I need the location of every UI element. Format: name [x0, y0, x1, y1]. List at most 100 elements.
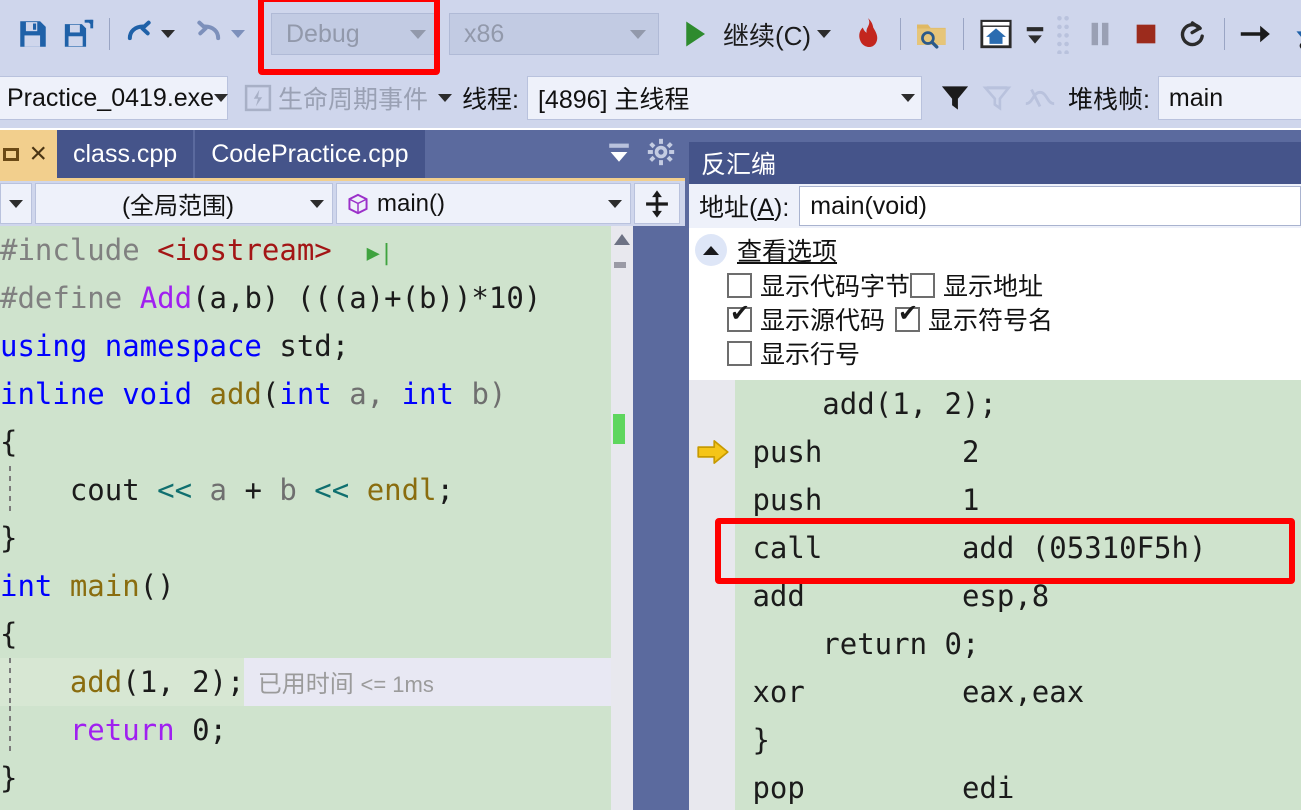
address-input[interactable]: main(void) — [799, 186, 1301, 226]
code-line[interactable]: using namespace std; — [0, 322, 633, 370]
disassembly-instruction-line[interactable]: xor eax,eax — [735, 668, 1301, 716]
close-icon[interactable]: × — [29, 139, 47, 169]
process-value: Practice_0419.exe — [7, 83, 215, 112]
view-options-header[interactable]: 查看选项 — [695, 232, 1301, 268]
chevron-down-icon-2[interactable] — [630, 29, 646, 39]
show-code-bytes-label[interactable]: 显示代码字节 — [760, 267, 910, 303]
toolbar-separator-2 — [259, 18, 260, 50]
chevron-up-icon[interactable] — [695, 234, 727, 266]
source-code-area[interactable]: #include <iostream> ▶| #define Add(a,b) (… — [0, 226, 685, 810]
indent-guide — [9, 706, 11, 754]
solution-platform[interactable]: x86 — [449, 13, 659, 55]
continue-button-label[interactable]: 继续(C) — [723, 16, 811, 53]
solution-configuration[interactable]: Debug — [271, 13, 439, 55]
home-window-icon[interactable] — [971, 9, 1021, 59]
dropdown-small-icon[interactable] — [1021, 9, 1049, 59]
parallel-stacks-icon[interactable] — [1018, 73, 1062, 123]
show-symbol-names-checkbox[interactable] — [895, 302, 921, 332]
chevron-down-icon-nav0[interactable] — [9, 199, 23, 208]
disassembly-instruction-line[interactable]: call add (05310F5h) — [735, 524, 1301, 572]
redo-dropdown-icon[interactable] — [231, 30, 245, 38]
chevron-down-icon[interactable] — [410, 29, 426, 39]
disassembly-body[interactable]: add(1, 2); push 2 push 1 call add (05310… — [689, 380, 1301, 810]
disassembly-instruction-line[interactable]: push 1 — [735, 476, 1301, 524]
code-line-text: } — [0, 761, 18, 795]
scroll-thumb[interactable] — [614, 262, 626, 268]
code-line[interactable]: } — [0, 754, 633, 802]
show-line-numbers-checkbox[interactable] — [727, 340, 752, 366]
scroll-up-arrow-icon[interactable] — [614, 234, 630, 245]
show-address-label[interactable]: 显示地址 — [943, 267, 1043, 303]
code-line[interactable]: cout << a + b << endl; — [0, 466, 633, 514]
stop-icon[interactable] — [1123, 9, 1169, 59]
save-icon[interactable] — [10, 9, 56, 59]
show-line-numbers-label[interactable]: 显示行号 — [760, 335, 860, 371]
hot-reload-icon[interactable] — [843, 9, 893, 59]
debug-location-toolbar: Practice_0419.exe 生命周期事件 线程: [4896] 主线程 — [0, 68, 1301, 128]
folder-search-icon[interactable] — [908, 9, 956, 59]
disassembly-lines: add(1, 2); push 2 push 1 call add (05310… — [735, 380, 1301, 810]
disassembly-title: 反汇编 — [689, 142, 1301, 184]
code-line[interactable]: #define Add(a,b) (((a)+(b))*10) — [0, 274, 633, 322]
undo-icon[interactable] — [117, 9, 161, 59]
code-line[interactable]: #include <iostream> ▶| — [0, 226, 633, 274]
thread-combo[interactable]: [4896] 主线程 — [526, 76, 922, 120]
nav-member-combo[interactable]: main() — [336, 183, 631, 224]
show-code-bytes-checkbox[interactable] — [727, 272, 752, 298]
step-over-icon[interactable] — [1232, 9, 1280, 59]
gear-icon[interactable] — [647, 138, 675, 171]
view-options-panel: 查看选项 显示代码字节 显示地址 显示源代码 显示符号名 显示行号 — [689, 228, 1301, 380]
play-icon[interactable] — [673, 9, 717, 59]
tab-class-cpp[interactable]: class.cpp — [57, 130, 196, 178]
chevron-down-icon-process[interactable] — [214, 94, 229, 102]
disassembly-source-line[interactable]: add(1, 2); — [735, 380, 1301, 428]
continue-dropdown-icon[interactable] — [817, 30, 832, 38]
chevron-down-icon-nav2[interactable] — [608, 199, 622, 208]
dotted-grip-icon[interactable] — [1049, 9, 1077, 59]
editor-vertical-scrollbar[interactable] — [611, 226, 633, 810]
pin-icon[interactable] — [3, 147, 20, 161]
standard-debug-toolbar: Debug x86 继续(C) — [0, 0, 1301, 68]
chevron-down-icon-nav1[interactable] — [310, 199, 324, 208]
undo-dropdown-icon[interactable] — [161, 30, 175, 38]
nav-scope-combo[interactable]: (全局范围) — [35, 183, 333, 224]
show-symbol-names-label[interactable]: 显示符号名 — [928, 301, 1053, 337]
disassembly-source-line[interactable]: return 0; — [735, 620, 1301, 668]
code-line[interactable]: { — [0, 610, 633, 658]
show-address-checkbox[interactable] — [910, 272, 936, 298]
save-all-icon[interactable] — [56, 9, 102, 59]
code-line[interactable]: return 0; — [0, 706, 633, 754]
tab-codepractice-cpp[interactable]: CodePractice.cpp — [195, 130, 427, 178]
tab-list-dropdown-icon[interactable] — [605, 138, 633, 171]
restart-icon[interactable] — [1169, 9, 1217, 59]
step-into-icon[interactable] — [1280, 9, 1301, 59]
code-line-text: add(1, 2); — [0, 658, 245, 706]
filter-clear-icon[interactable] — [976, 73, 1018, 123]
pinned-tab-controls[interactable]: × — [0, 130, 57, 178]
redo-icon[interactable] — [187, 9, 231, 59]
disassembly-instruction-line[interactable]: push 2 — [735, 428, 1301, 476]
stackframe-combo[interactable]: main — [1157, 76, 1301, 120]
code-line[interactable]: inline void add(int a, int b) — [0, 370, 633, 418]
lifecycle-events-label[interactable]: 生命周期事件 — [278, 80, 428, 116]
process-combo[interactable]: Practice_0419.exe — [0, 76, 229, 120]
disassembly-instruction-line[interactable]: pop edi — [735, 764, 1301, 810]
nav-back-dropdown[interactable] — [0, 183, 32, 224]
filter-icon[interactable] — [934, 73, 976, 123]
disassembly-instruction-line[interactable]: add esp,8 — [735, 572, 1301, 620]
visual-studio-debug-window: Debug x86 继续(C) Practice_0419.exe 生命周期事件… — [0, 0, 1301, 810]
code-line[interactable]: int main() — [0, 562, 633, 610]
address-label: 地址(A): — [689, 188, 800, 224]
split-view-button[interactable] — [634, 183, 680, 224]
code-line[interactable]: } — [0, 514, 633, 562]
lifecycle-dropdown-icon[interactable] — [438, 94, 453, 102]
code-line[interactable]: { — [0, 418, 633, 466]
code-line[interactable]: add(1, 2); 已用时间 <= 1ms — [0, 658, 633, 706]
chevron-down-icon-thread[interactable] — [900, 94, 915, 102]
code-editor-pane: × class.cpp CodePractice.cpp (全局范围) main… — [0, 130, 685, 810]
show-source-code-checkbox[interactable] — [727, 302, 752, 332]
view-options-row-3: 显示行号 — [695, 336, 1301, 370]
pause-icon[interactable] — [1077, 9, 1123, 59]
disassembly-source-line[interactable]: } — [735, 716, 1301, 764]
show-source-code-label[interactable]: 显示源代码 — [760, 301, 885, 337]
